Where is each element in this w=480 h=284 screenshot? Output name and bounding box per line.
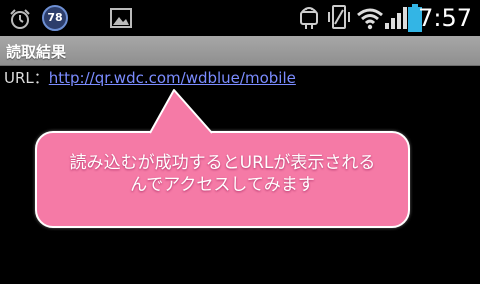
notification-badge: 78 <box>42 5 68 31</box>
callout-line-2: んでアクセスしてみます <box>130 175 315 195</box>
image-icon <box>110 8 132 28</box>
url-result: URL：http://qr.wdc.com/wdblue/mobile <box>4 68 296 88</box>
android-icon <box>300 7 318 29</box>
title-bar: 読取結果 <box>0 36 480 66</box>
page-title: 読取結果 <box>6 43 67 61</box>
alarm-icon <box>10 9 30 29</box>
callout-text: 読み込むが成功するとURLが表示される んでアクセスしてみます <box>37 152 408 196</box>
wifi-icon <box>357 8 383 30</box>
status-clock: 7:57 <box>418 4 472 32</box>
url-label: URL： <box>4 69 49 87</box>
vibrate-icon <box>328 5 350 29</box>
signal-icon <box>385 7 407 29</box>
status-bar: 78 7:57 <box>0 0 480 36</box>
callout-line-1: 読み込むが成功するとURLが表示される <box>69 153 376 173</box>
url-link[interactable]: http://qr.wdc.com/wdblue/mobile <box>49 69 296 87</box>
